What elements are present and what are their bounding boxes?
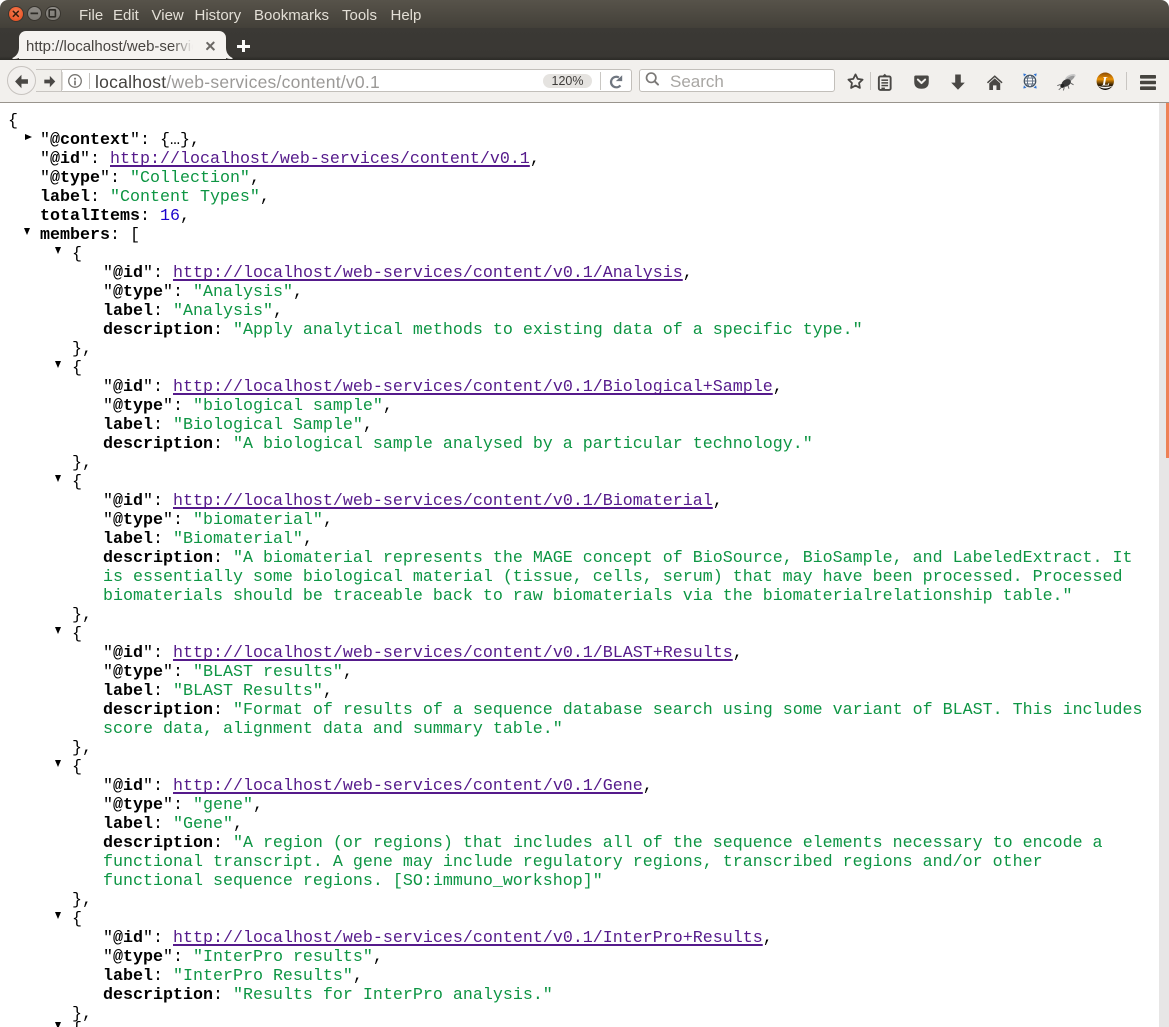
- svg-text:L: L: [1101, 73, 1110, 88]
